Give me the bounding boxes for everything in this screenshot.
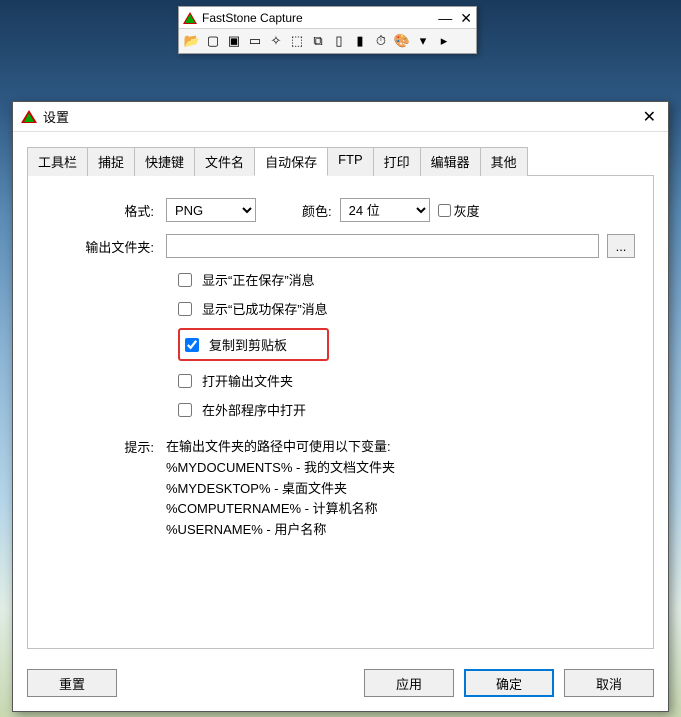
tab-5[interactable]: FTP — [327, 147, 374, 176]
grayscale-checkbox[interactable] — [438, 204, 451, 217]
checkbox-label-3: 打开输出文件夹 — [202, 371, 293, 390]
hint-text: 在输出文件夹的路径中可使用以下变量: %MYDOCUMENTS% - 我的文档文… — [166, 437, 395, 541]
format-select[interactable]: PNG — [166, 198, 256, 222]
tab-0[interactable]: 工具栏 — [27, 147, 88, 176]
hint-label: 提示: — [46, 437, 166, 541]
settings-icon[interactable]: ▸ — [435, 32, 453, 50]
tab-2[interactable]: 快捷键 — [134, 147, 195, 176]
faststone-logo-icon — [183, 11, 197, 25]
check-row-4: 在外部程序中打开 — [178, 400, 635, 419]
tab-4[interactable]: 自动保存 — [254, 147, 328, 176]
dialog-titlebar[interactable]: 设置 ✕ — [13, 102, 668, 132]
dialog-logo-icon — [21, 109, 37, 125]
checkbox-label-2: 复制到剪贴板 — [209, 335, 287, 354]
output-folder-input[interactable] — [166, 234, 599, 258]
checkbox-4[interactable] — [178, 403, 192, 417]
close-button[interactable]: ✕ — [460, 11, 472, 25]
capture-freehand-icon[interactable]: ✧ — [267, 32, 285, 50]
settings-dialog: 设置 ✕ 工具栏捕捉快捷键文件名自动保存FTP打印编辑器其他 格式: PNG 颜… — [12, 101, 669, 712]
dialog-footer: 重置 应用 确定 取消 — [13, 659, 668, 711]
check-row-2: 复制到剪贴板 — [178, 328, 635, 361]
tabs: 工具栏捕捉快捷键文件名自动保存FTP打印编辑器其他 — [27, 146, 654, 176]
color-label: 颜色: — [302, 201, 332, 220]
check-row-1: 显示“已成功保存”消息 — [178, 299, 635, 318]
reset-button[interactable]: 重置 — [27, 669, 117, 697]
timer-icon[interactable]: ⏱ — [372, 32, 390, 50]
check-row-3: 打开输出文件夹 — [178, 371, 635, 390]
output-folder-label: 输出文件夹: — [46, 237, 166, 256]
capture-scroll-icon[interactable]: ⧉ — [309, 32, 327, 50]
record-icon[interactable]: ▮ — [351, 32, 369, 50]
check-row-0: 显示“正在保存”消息 — [178, 270, 635, 289]
minimize-button[interactable]: — — [438, 11, 452, 25]
palette-icon[interactable]: 🎨 — [393, 32, 411, 50]
capture-fullscreen-icon[interactable]: ▣ — [225, 32, 243, 50]
capture-region-icon[interactable]: ⬚ — [288, 32, 306, 50]
checkbox-label-4: 在外部程序中打开 — [202, 400, 306, 419]
grayscale-label: 灰度 — [454, 201, 480, 220]
format-label: 格式: — [46, 201, 166, 220]
checkbox-0[interactable] — [178, 273, 192, 287]
capture-window-icon[interactable]: ▢ — [204, 32, 222, 50]
tab-autosave-panel: 格式: PNG 颜色: 24 位 灰度 输出文 — [27, 176, 654, 649]
checkbox-label-0: 显示“正在保存”消息 — [202, 270, 315, 289]
cancel-button[interactable]: 取消 — [564, 669, 654, 697]
dialog-title: 设置 — [43, 107, 639, 126]
ok-button[interactable]: 确定 — [464, 669, 554, 697]
faststone-toolbar: 📂 ▢ ▣ ▭ ✧ ⬚ ⧉ ▯ ▮ ⏱ 🎨 ▾ ▸ — [179, 29, 476, 53]
tab-6[interactable]: 打印 — [373, 147, 421, 176]
tab-1[interactable]: 捕捉 — [87, 147, 135, 176]
more-icon[interactable]: ▾ — [414, 32, 432, 50]
open-icon[interactable]: 📂 — [183, 32, 201, 50]
checkbox-1[interactable] — [178, 302, 192, 316]
apply-button[interactable]: 应用 — [364, 669, 454, 697]
faststone-titlebar[interactable]: FastStone Capture — ✕ — [179, 7, 476, 29]
browse-button[interactable]: ... — [607, 234, 635, 258]
color-select[interactable]: 24 位 — [340, 198, 430, 222]
faststone-title: FastStone Capture — [202, 11, 438, 25]
tab-7[interactable]: 编辑器 — [420, 147, 481, 176]
tab-3[interactable]: 文件名 — [194, 147, 255, 176]
checkbox-label-1: 显示“已成功保存”消息 — [202, 299, 328, 318]
tab-8[interactable]: 其他 — [480, 147, 528, 176]
dialog-close-button[interactable]: ✕ — [639, 107, 660, 127]
capture-rect-icon[interactable]: ▭ — [246, 32, 264, 50]
faststone-toolbar-window: FastStone Capture — ✕ 📂 ▢ ▣ ▭ ✧ ⬚ ⧉ ▯ ▮ … — [178, 6, 477, 54]
checkbox-2[interactable] — [185, 338, 199, 352]
checkbox-3[interactable] — [178, 374, 192, 388]
capture-fixed-icon[interactable]: ▯ — [330, 32, 348, 50]
